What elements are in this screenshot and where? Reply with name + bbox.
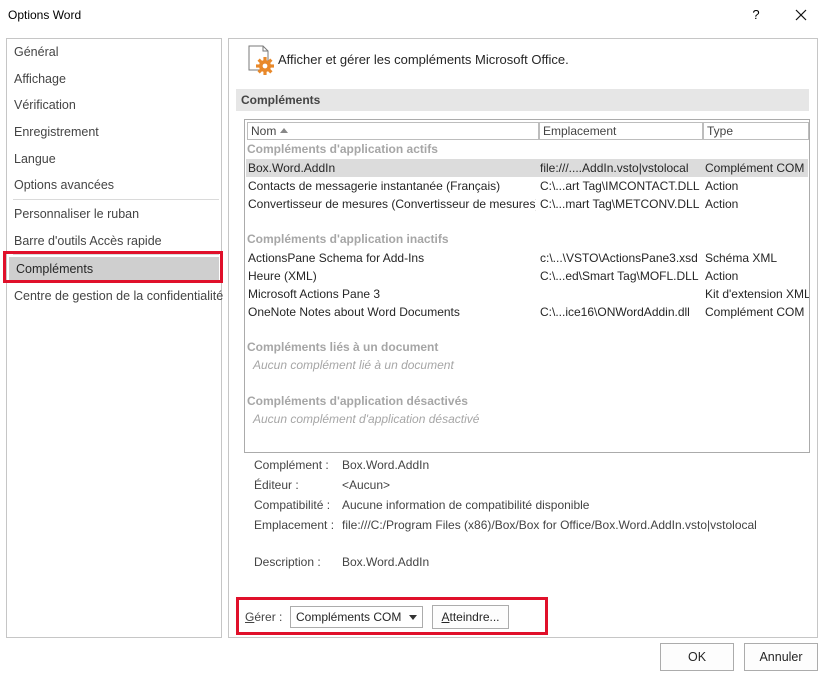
group-header-document: Compléments liés à un document (247, 340, 439, 354)
detail-publisher-value: <Aucun> (342, 478, 391, 492)
title-bar: Options Word ? (0, 0, 824, 30)
options-nav: Général Affichage Vérification Enregistr… (6, 38, 223, 638)
section-title: Compléments (236, 89, 809, 111)
table-row[interactable]: Contacts de messagerie instantanée (Fran… (246, 177, 808, 195)
nav-item-advanced[interactable]: Options avancées (7, 173, 221, 197)
detail-location-value: file:///C:/Program Files (x86)/Box/Box f… (342, 518, 757, 532)
nav-item-trust-center[interactable]: Centre de gestion de la confidentialité (7, 284, 223, 308)
detail-publisher-label: Éditeur : (254, 478, 299, 492)
detail-compat-value: Aucune information de compatibilité disp… (342, 498, 590, 512)
detail-addin-label: Complément : (254, 458, 329, 472)
group-header-disabled: Compléments d'application désactivés (247, 394, 468, 408)
column-header-type[interactable]: Type (703, 122, 809, 140)
chevron-down-icon (409, 615, 417, 620)
table-row[interactable]: Heure (XML) C:\...ed\Smart Tag\MOFL.DLL … (246, 267, 808, 285)
nav-item-language[interactable]: Langue (7, 147, 221, 171)
detail-compat-label: Compatibilité : (254, 498, 331, 512)
table-row[interactable]: ActionsPane Schema for Add-Ins c:\...\VS… (246, 249, 808, 267)
empty-message-disabled: Aucun complément d'application désactivé (253, 412, 480, 426)
column-header-location[interactable]: Emplacement (539, 122, 703, 140)
nav-separator (13, 254, 219, 255)
nav-item-save[interactable]: Enregistrement (7, 120, 221, 144)
close-button[interactable] (790, 4, 812, 26)
nav-item-customize-ribbon[interactable]: Personnaliser le ruban (7, 202, 221, 226)
go-button[interactable]: Atteindre... (432, 605, 509, 629)
detail-location-label: Emplacement : (254, 518, 335, 532)
cancel-button[interactable]: Annuler (744, 643, 818, 671)
nav-item-addins[interactable]: Compléments (9, 257, 219, 281)
close-icon (795, 9, 807, 21)
ok-button[interactable]: OK (660, 643, 734, 671)
nav-item-proofing[interactable]: Vérification (7, 93, 221, 117)
nav-separator (13, 199, 219, 200)
detail-description-value: Box.Word.AddIn (342, 555, 430, 569)
manage-label: Gérer : (245, 610, 283, 624)
nav-item-quick-access-toolbar[interactable]: Barre d'outils Accès rapide (7, 229, 221, 253)
table-row[interactable]: Microsoft Actions Pane 3 Kit d'extension… (246, 285, 809, 303)
window-title: Options Word (8, 8, 82, 22)
nav-item-general[interactable]: Général (7, 40, 221, 64)
table-row[interactable]: Convertisseur de mesures (Convertisseur … (246, 195, 808, 213)
detail-addin-value: Box.Word.AddIn (342, 458, 430, 472)
table-row[interactable]: Box.Word.AddIn file:///....AddIn.vsto|vs… (246, 159, 808, 177)
addins-list[interactable]: Nom Emplacement Type Compléments d'appli… (244, 119, 810, 453)
detail-description-label: Description : (254, 555, 321, 569)
column-header-name[interactable]: Nom (247, 122, 539, 140)
manage-select-value: Compléments COM (296, 610, 402, 624)
sort-ascending-icon (280, 128, 289, 133)
addins-gear-icon (248, 45, 274, 75)
manage-select[interactable]: Compléments COM (290, 606, 423, 628)
group-header-active: Compléments d'application actifs (247, 142, 438, 156)
empty-message-document: Aucun complément lié à un document (253, 358, 454, 372)
help-button[interactable]: ? (746, 4, 766, 26)
panel-heading: Afficher et gérer les compléments Micros… (278, 52, 569, 67)
nav-item-display[interactable]: Affichage (7, 67, 221, 91)
table-row[interactable]: OneNote Notes about Word Documents C:\..… (246, 303, 808, 321)
group-header-inactive: Compléments d'application inactifs (247, 232, 449, 246)
